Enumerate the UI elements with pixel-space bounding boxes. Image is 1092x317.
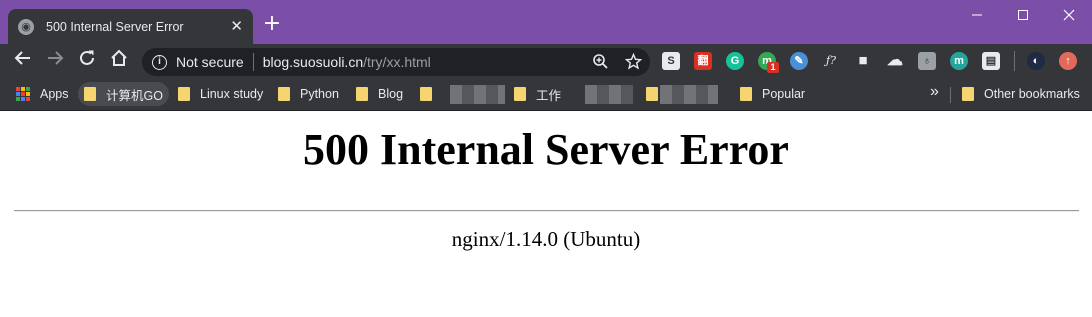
reload-button[interactable]: [74, 49, 100, 73]
bookmark-label: Python: [300, 87, 339, 101]
bookmark-folder-work[interactable]: 工作: [508, 82, 567, 106]
address-bar[interactable]: i Not secure blog.suosuoli.cn/try/xx.htm…: [142, 48, 650, 76]
extension-badge: 1: [767, 62, 779, 73]
other-bookmarks-label: Other bookmarks: [984, 87, 1080, 101]
server-signature: nginx/1.14.0 (Ubuntu): [451, 227, 641, 251]
minimize-icon: [972, 14, 982, 16]
folder-icon: [356, 87, 368, 101]
omnibox-divider: [252, 53, 254, 71]
apps-label: Apps: [40, 87, 69, 101]
info-icon[interactable]: i: [152, 54, 167, 70]
title-bar: ◉ 500 Internal Server Error ✕ +: [0, 0, 1092, 44]
pen-extension-icon[interactable]: ✎: [790, 52, 808, 70]
apps-shortcut[interactable]: Apps: [10, 82, 75, 106]
security-label[interactable]: Not secure: [176, 54, 244, 70]
redacted-region: [660, 85, 718, 104]
url-path[interactable]: /try/xx.html: [363, 54, 431, 70]
bookmark-folder-cs[interactable]: 计算机GO: [78, 82, 169, 106]
extensions-area: S 翻 G m1 ✎ ƒ? ■ ☁ ♁ m ▤ ◐ ↑: [662, 51, 1091, 73]
bookmark-label: 计算机GO: [106, 88, 163, 103]
horizontal-rule: [14, 210, 1079, 212]
minimize-button[interactable]: [954, 2, 1000, 28]
close-window-button[interactable]: [1046, 2, 1092, 28]
folder-icon: [178, 87, 190, 101]
update-icon[interactable]: ↑: [1059, 52, 1077, 70]
home-icon: [111, 49, 127, 66]
maximize-button[interactable]: [1000, 2, 1046, 28]
bookmarks-divider: [950, 87, 951, 103]
tab-close-icon[interactable]: ✕: [230, 19, 243, 34]
bookmark-label: Popular: [762, 87, 806, 101]
page-content: 500 Internal Server Error nginx/1.14.0 (…: [0, 112, 1092, 317]
more-bookmarks-chevron[interactable]: »: [930, 83, 939, 101]
home-button[interactable]: [106, 49, 132, 73]
bulb-extension-icon[interactable]: ♁: [918, 52, 936, 70]
folder-icon: [420, 87, 432, 101]
folder-icon: [740, 87, 752, 101]
error-heading: 500 Internal Server Error: [303, 125, 789, 174]
zoom-icon[interactable]: [592, 53, 609, 70]
new-tab-button[interactable]: +: [260, 13, 284, 37]
omnibox-actions: [592, 53, 642, 70]
tab-title: 500 Internal Server Error: [46, 19, 184, 34]
redacted-region: [450, 85, 505, 104]
folder-icon: [962, 87, 974, 101]
bookmark-folder-python[interactable]: Python: [272, 82, 345, 106]
function-extension-icon[interactable]: ƒ?: [822, 52, 840, 70]
cube-extension-icon[interactable]: ■: [854, 52, 872, 70]
globe-icon: ◉: [18, 18, 34, 35]
url-host[interactable]: blog.suosuoli.cn: [263, 54, 363, 70]
cloud-extension-icon[interactable]: ☁: [886, 52, 904, 70]
bookmark-folder-redacted[interactable]: [414, 82, 448, 106]
folder-icon: [514, 87, 526, 101]
back-button[interactable]: [10, 49, 36, 73]
toolbar-divider: [1014, 51, 1015, 71]
bookmark-star-icon[interactable]: [625, 53, 642, 70]
redacted-region: [585, 85, 633, 104]
other-bookmarks[interactable]: Other bookmarks: [956, 82, 1086, 106]
document-extension-icon[interactable]: ▤: [982, 52, 1000, 70]
folder-icon: [278, 87, 290, 101]
back-arrow-icon: [14, 51, 30, 65]
folder-icon: [84, 87, 96, 101]
reload-icon: [80, 50, 94, 65]
bookmark-label: 工作: [536, 88, 562, 103]
m-extension-icon[interactable]: m: [950, 52, 968, 70]
bookmarks-bar: Apps 计算机GO Linux study Python Blog 工作 Po…: [0, 78, 1092, 111]
forward-arrow-icon: [48, 51, 64, 65]
s-extension-icon[interactable]: S: [662, 52, 680, 70]
folder-icon: [646, 87, 658, 101]
apps-grid-icon: [16, 87, 30, 101]
forward-button[interactable]: [42, 49, 68, 73]
bookmark-folder-popular[interactable]: Popular: [734, 82, 811, 106]
bookmark-label: Blog: [378, 87, 404, 101]
bookmark-folder-linux[interactable]: Linux study: [172, 82, 269, 106]
bookmark-folder-blog[interactable]: Blog: [350, 82, 409, 106]
bookmark-label: Linux study: [200, 87, 264, 101]
red-extension-icon[interactable]: 翻: [694, 52, 712, 70]
profile-avatar[interactable]: ◐: [1027, 52, 1045, 70]
active-tab[interactable]: ◉ 500 Internal Server Error ✕: [8, 9, 253, 44]
green-extension-icon[interactable]: m1: [758, 52, 779, 73]
close-icon: [1063, 9, 1075, 21]
maximize-icon: [1018, 10, 1028, 20]
grammarly-icon[interactable]: G: [726, 52, 744, 70]
browser-toolbar: i Not secure blog.suosuoli.cn/try/xx.htm…: [0, 44, 1092, 78]
